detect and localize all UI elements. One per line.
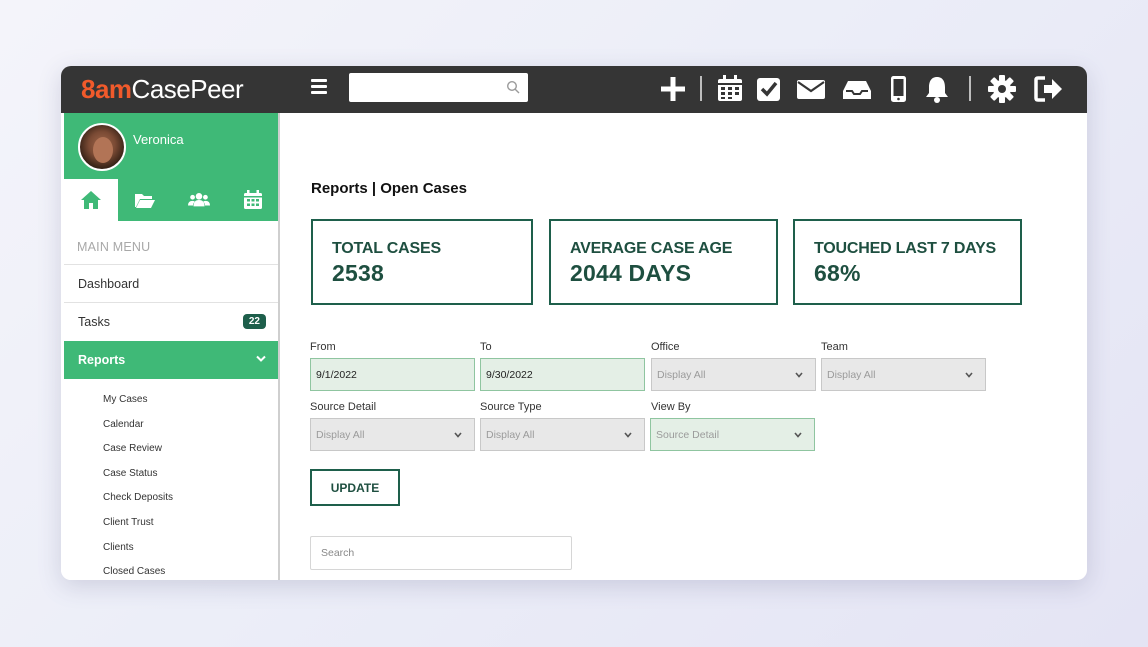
hamburger-menu-icon[interactable] xyxy=(311,79,327,97)
sidebar-item-label: Tasks xyxy=(78,314,110,329)
table-search-input[interactable] xyxy=(311,537,571,569)
sidebar-item-label: Dashboard xyxy=(78,276,140,291)
chevron-down-icon xyxy=(256,355,266,362)
bell-icon[interactable] xyxy=(922,74,952,104)
stat-card-average-case-age: AVERAGE CASE AGE 2044 DAYS xyxy=(549,219,778,305)
tab-calendar[interactable] xyxy=(226,179,278,221)
submenu-check-deposits[interactable]: Check Deposits xyxy=(103,492,173,503)
view-by-select[interactable]: Source Detail xyxy=(650,418,815,451)
source-type-value: Display All xyxy=(486,428,535,441)
chevron-down-icon xyxy=(965,372,973,378)
submenu-closed-cases[interactable]: Closed Cases xyxy=(103,566,165,577)
source-detail-label: Source Detail xyxy=(310,401,377,413)
team-label: Team xyxy=(821,341,848,353)
main-menu-heading: MAIN MENU xyxy=(77,240,151,254)
logo-8am: 8am xyxy=(81,73,132,104)
user-profile-panel: Veronica xyxy=(64,113,278,221)
calendar-icon[interactable] xyxy=(715,74,745,104)
submenu-client-trust[interactable]: Client Trust xyxy=(103,517,154,528)
stat-value: 68% xyxy=(814,260,861,286)
to-date-value: 9/30/2022 xyxy=(486,368,533,381)
profile-name: Veronica xyxy=(133,132,184,147)
stat-label: TOTAL CASES xyxy=(332,240,441,257)
tab-contacts[interactable] xyxy=(172,179,226,221)
source-detail-value: Display All xyxy=(316,428,365,441)
stat-card-total-cases: TOTAL CASES 2538 xyxy=(311,219,533,305)
plus-icon[interactable] xyxy=(658,74,688,104)
page-title: Reports | Open Cases xyxy=(311,180,467,197)
inbox-icon[interactable] xyxy=(842,74,872,104)
toolbar-divider xyxy=(969,76,971,101)
from-date-field[interactable]: 9/1/2022 xyxy=(310,358,475,391)
tasks-count-badge: 22 xyxy=(242,314,266,329)
from-label: From xyxy=(310,341,336,353)
home-icon xyxy=(81,191,101,209)
stat-card-touched-last-7-days: TOUCHED LAST 7 DAYS 68% xyxy=(793,219,1022,305)
toolbar-divider xyxy=(700,76,702,101)
global-search xyxy=(349,73,528,102)
stat-value: 2538 xyxy=(332,260,384,286)
phone-icon[interactable] xyxy=(883,74,913,104)
view-by-value: Source Detail xyxy=(656,428,720,441)
sidebar-item-label: Reports xyxy=(78,353,126,367)
top-navbar: 8am CasePeer xyxy=(61,66,1087,113)
profile-tabs xyxy=(64,179,278,221)
office-select[interactable]: Display All xyxy=(651,358,816,391)
sidebar-item-tasks[interactable]: Tasks 22 xyxy=(64,302,278,340)
chevron-down-icon xyxy=(794,432,802,438)
logo-casepeer: CasePeer xyxy=(131,73,244,104)
avatar[interactable] xyxy=(78,123,126,171)
search-icon[interactable] xyxy=(506,80,520,94)
update-button[interactable]: UPDATE xyxy=(310,469,400,506)
office-select-value: Display All xyxy=(657,368,706,381)
global-search-input[interactable] xyxy=(349,73,528,102)
sidebar-item-dashboard[interactable]: Dashboard xyxy=(64,264,278,302)
to-date-field[interactable]: 9/30/2022 xyxy=(480,358,645,391)
casepeer-logo[interactable]: 8am CasePeer xyxy=(81,73,244,105)
submenu-case-status[interactable]: Case Status xyxy=(103,468,157,479)
view-by-label: View By xyxy=(651,401,691,413)
users-icon xyxy=(188,193,210,207)
from-date-value: 9/1/2022 xyxy=(316,368,357,381)
logout-icon[interactable] xyxy=(1034,74,1064,104)
to-label: To xyxy=(480,341,492,353)
stat-label: AVERAGE CASE AGE xyxy=(570,240,733,257)
source-detail-select[interactable]: Display All xyxy=(310,418,475,451)
office-label: Office xyxy=(651,341,680,353)
chevron-down-icon xyxy=(795,372,803,378)
chevron-down-icon xyxy=(624,432,632,438)
tab-cases[interactable] xyxy=(118,179,172,221)
stat-label: TOUCHED LAST 7 DAYS xyxy=(814,240,997,257)
source-type-select[interactable]: Display All xyxy=(480,418,645,451)
table-search xyxy=(310,536,572,570)
chevron-down-icon xyxy=(454,432,462,438)
mail-icon[interactable] xyxy=(796,74,826,104)
sidebar: Veronica MAIN MENU Dashboard Tasks 22 Re… xyxy=(61,113,280,580)
team-select[interactable]: Display All xyxy=(821,358,986,391)
calendar-icon xyxy=(244,190,262,209)
main-content: Reports | Open Cases TOTAL CASES 2538 AV… xyxy=(280,113,1087,580)
gear-icon[interactable] xyxy=(987,74,1017,104)
app-window: 8am CasePeer Veronica MAIN MENU Dashboar… xyxy=(61,66,1087,580)
submenu-clients[interactable]: Clients xyxy=(103,542,134,553)
tab-home[interactable] xyxy=(64,179,118,221)
stat-value: 2044 DAYS xyxy=(570,260,692,286)
source-type-label: Source Type xyxy=(480,401,542,413)
submenu-case-review[interactable]: Case Review xyxy=(103,443,162,454)
team-select-value: Display All xyxy=(827,368,876,381)
submenu-my-cases[interactable]: My Cases xyxy=(103,394,147,405)
sidebar-item-reports[interactable]: Reports xyxy=(64,341,278,379)
checkbox-icon[interactable] xyxy=(754,74,784,104)
submenu-calendar[interactable]: Calendar xyxy=(103,419,144,430)
folder-icon xyxy=(135,194,155,208)
